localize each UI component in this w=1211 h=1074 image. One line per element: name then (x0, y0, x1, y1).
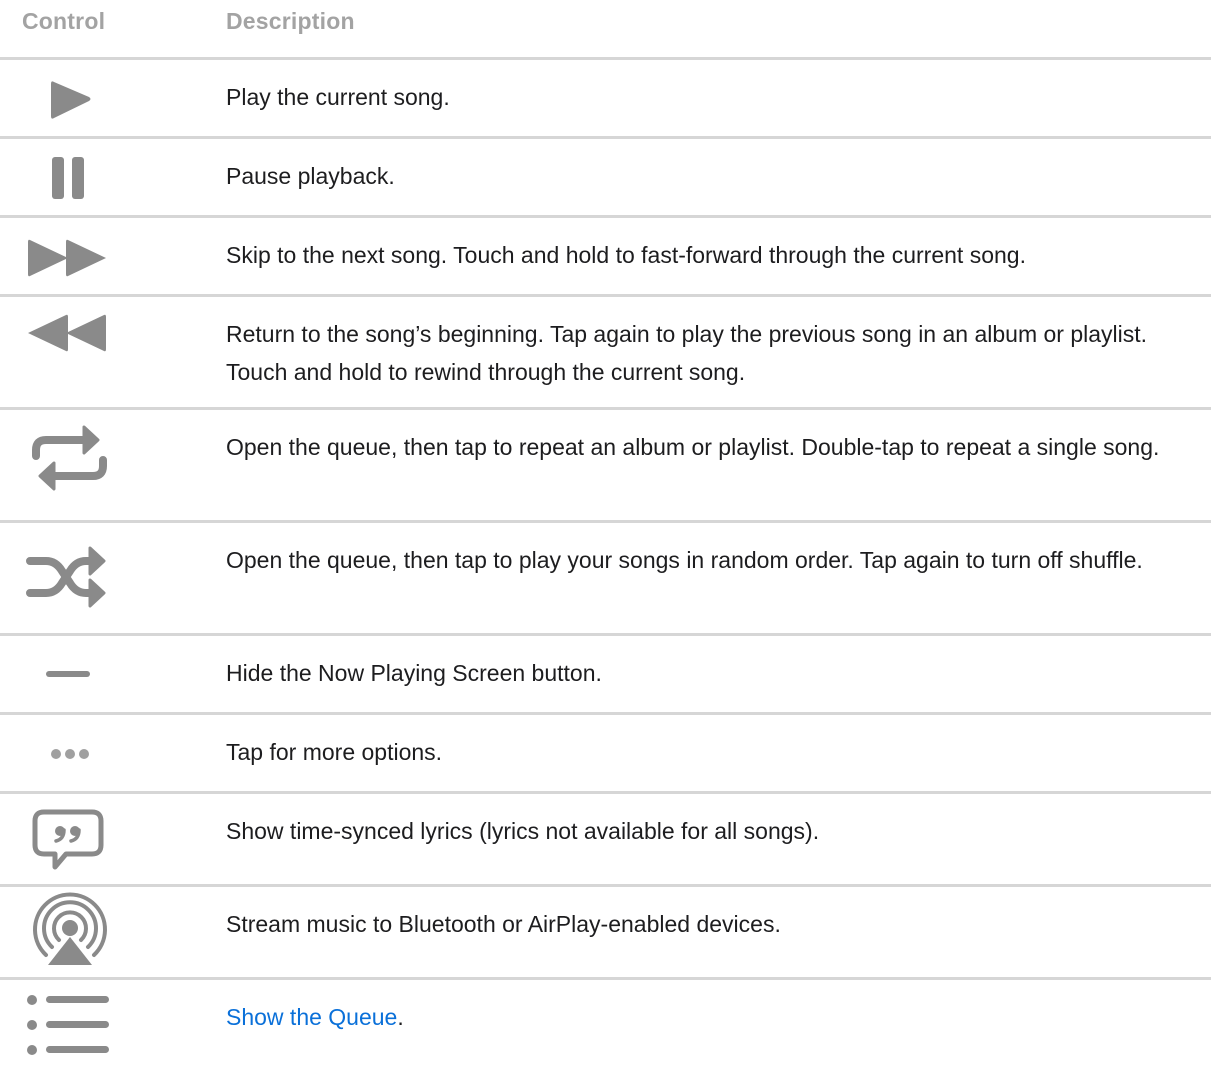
description-repeat: Open the queue, then tap to repeat an al… (226, 434, 1160, 460)
play-icon (0, 60, 140, 136)
queue-list-icon (0, 980, 140, 1070)
minimize-dash-icon (0, 636, 140, 712)
fast-forward-icon (0, 218, 140, 294)
table-row: Open the queue, then tap to play your so… (0, 523, 1211, 636)
table-row: Pause playback. (0, 139, 1211, 218)
pause-icon (0, 139, 140, 215)
table-row: Return to the song’s beginning. Tap agai… (0, 297, 1211, 410)
description-airplay: Stream music to Bluetooth or AirPlay-ena… (226, 911, 781, 937)
link-suffix: . (397, 1004, 404, 1030)
table-row: Stream music to Bluetooth or AirPlay-ena… (0, 887, 1211, 980)
description-lyrics: Show time-synced lyrics (lyrics not avai… (226, 818, 820, 844)
show-queue-link[interactable]: Show the Queue (226, 1004, 397, 1030)
description-rewind: Return to the song’s beginning. Tap agai… (226, 321, 1148, 385)
description-fast-forward: Skip to the next song. Touch and hold to… (226, 242, 1026, 268)
description-minimize: Hide the Now Playing Screen button. (226, 660, 602, 686)
table-row: Skip to the next song. Touch and hold to… (0, 218, 1211, 297)
header-description: Description (226, 8, 355, 34)
description-play: Play the current song. (226, 84, 450, 110)
description-more-options: Tap for more options. (226, 739, 443, 765)
repeat-icon (0, 410, 140, 520)
shuffle-icon (0, 523, 140, 633)
description-pause: Pause playback. (226, 163, 395, 189)
rewind-icon (0, 297, 140, 407)
lyrics-icon (0, 794, 140, 884)
airplay-icon (0, 887, 140, 977)
more-options-icon (0, 715, 140, 791)
table-row: Play the current song. (0, 60, 1211, 139)
table-row: Open the queue, then tap to repeat an al… (0, 410, 1211, 523)
description-queue: Show the Queue. (226, 998, 1191, 1036)
table-row: Show the Queue. (0, 980, 1211, 1070)
header-control: Control (22, 8, 106, 34)
table-header: Control Description (0, 0, 1211, 60)
table-row: Show time-synced lyrics (lyrics not avai… (0, 794, 1211, 887)
description-shuffle: Open the queue, then tap to play your so… (226, 547, 1143, 573)
controls-table: Control Description Play the current son… (0, 0, 1211, 1070)
table-row: Tap for more options. (0, 715, 1211, 794)
table-row: Hide the Now Playing Screen button. (0, 636, 1211, 715)
